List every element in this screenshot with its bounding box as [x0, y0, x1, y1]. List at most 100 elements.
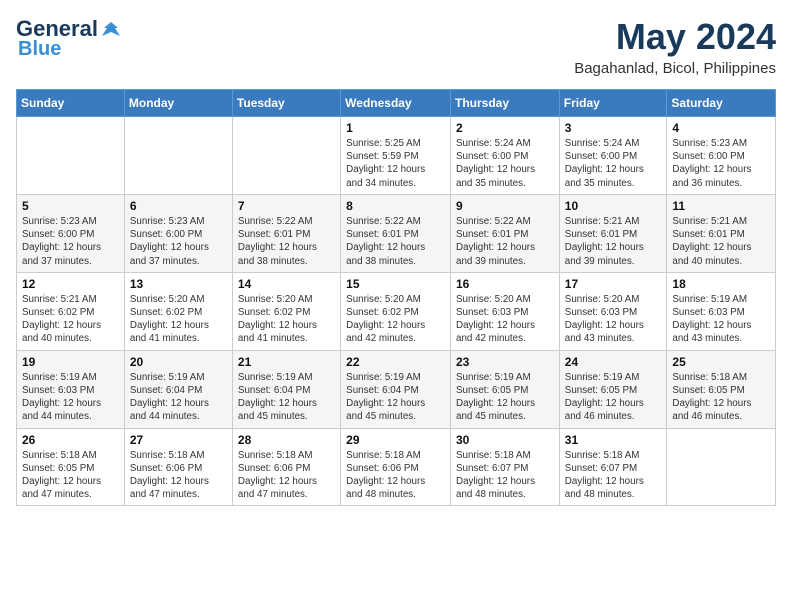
day-info: Sunrise: 5:18 AMSunset: 6:06 PMDaylight:…: [346, 449, 445, 502]
day-number: 28: [238, 433, 335, 447]
day-number: 20: [130, 355, 227, 369]
day-number: 12: [22, 277, 119, 291]
day-info: Sunrise: 5:19 AMSunset: 6:04 PMDaylight:…: [238, 371, 335, 424]
calendar-cell: 7 Sunrise: 5:22 AMSunset: 6:01 PMDaylight…: [232, 194, 340, 272]
day-number: 13: [130, 277, 227, 291]
day-number: 29: [346, 433, 445, 447]
day-info: Sunrise: 5:20 AMSunset: 6:02 PMDaylight:…: [238, 293, 335, 346]
calendar-cell: [124, 117, 232, 195]
calendar-cell: 28Sunrise: 5:18 AMSunset: 6:06 PMDayligh…: [232, 428, 340, 506]
day-number: 24: [565, 355, 662, 369]
day-number: 14: [238, 277, 335, 291]
day-info: Sunrise: 5:18 AMSunset: 6:06 PMDaylight:…: [130, 449, 227, 502]
day-number: 21: [238, 355, 335, 369]
day-info: Sunrise: 5:19 AMSunset: 6:04 PMDaylight:…: [130, 371, 227, 424]
day-number: 27: [130, 433, 227, 447]
logo-text-blue: Blue: [18, 38, 61, 61]
calendar-cell: 4Sunrise: 5:23 AMSunset: 6:00 PMDaylight…: [667, 117, 776, 195]
week-row-2: 5Sunrise: 5:23 AMSunset: 6:00 PMDaylight…: [17, 194, 776, 272]
week-row-5: 26 Sunrise: 5:18 AMSunset: 6:05 PMDayligh…: [17, 428, 776, 506]
day-info: Sunrise: 5:18 AMSunset: 6:07 PMDaylight:…: [456, 449, 554, 502]
calendar-cell: 6 Sunrise: 5:23 AMSunset: 6:00 PMDaylight…: [124, 194, 232, 272]
day-info: Sunrise: 5:19 AMSunset: 6:04 PMDaylight:…: [346, 371, 445, 424]
day-number: 7: [238, 199, 335, 213]
day-number: 3: [565, 121, 662, 135]
calendar-cell: 19 Sunrise: 5:19 AMSunset: 6:03 PMDayligh…: [17, 350, 125, 428]
day-info: Sunrise: 5:19 AMSunset: 6:03 PMDaylight:…: [22, 371, 119, 424]
calendar-cell: 11 Sunrise: 5:21 AMSunset: 6:01 PMDayligh…: [667, 194, 776, 272]
logo: General Blue: [16, 16, 122, 61]
calendar-cell: 23 Sunrise: 5:19 AMSunset: 6:05 PMDayligh…: [451, 350, 560, 428]
weekday-header-row: SundayMondayTuesdayWednesdayThursdayFrid…: [17, 90, 776, 117]
calendar-cell: [667, 428, 776, 506]
calendar-cell: 20 Sunrise: 5:19 AMSunset: 6:04 PMDayligh…: [124, 350, 232, 428]
day-info: Sunrise: 5:21 AMSunset: 6:01 PMDaylight:…: [565, 215, 662, 268]
day-info: Sunrise: 5:24 AMSunset: 6:00 PMDaylight:…: [456, 137, 554, 190]
weekday-header-thursday: Thursday: [451, 90, 560, 117]
calendar-cell: 15Sunrise: 5:20 AMSunset: 6:02 PMDayligh…: [341, 272, 451, 350]
day-number: 11: [672, 199, 770, 213]
calendar-cell: [17, 117, 125, 195]
calendar-cell: 30 Sunrise: 5:18 AMSunset: 6:07 PMDayligh…: [451, 428, 560, 506]
weekday-header-tuesday: Tuesday: [232, 90, 340, 117]
title-area: May 2024 Bagahanlad, Bicol, Philippines: [574, 16, 776, 77]
day-info: Sunrise: 5:21 AMSunset: 6:02 PMDaylight:…: [22, 293, 119, 346]
location-title: Bagahanlad, Bicol, Philippines: [574, 60, 776, 77]
day-info: Sunrise: 5:19 AMSunset: 6:03 PMDaylight:…: [672, 293, 770, 346]
day-info: Sunrise: 5:20 AMSunset: 6:03 PMDaylight:…: [565, 293, 662, 346]
day-number: 10: [565, 199, 662, 213]
calendar-cell: 12 Sunrise: 5:21 AMSunset: 6:02 PMDayligh…: [17, 272, 125, 350]
day-info: Sunrise: 5:22 AMSunset: 6:01 PMDaylight:…: [238, 215, 335, 268]
calendar-cell: 18 Sunrise: 5:19 AMSunset: 6:03 PMDayligh…: [667, 272, 776, 350]
day-info: Sunrise: 5:22 AMSunset: 6:01 PMDaylight:…: [346, 215, 445, 268]
day-number: 19: [22, 355, 119, 369]
calendar-cell: 21 Sunrise: 5:19 AMSunset: 6:04 PMDayligh…: [232, 350, 340, 428]
day-info: Sunrise: 5:18 AMSunset: 6:07 PMDaylight:…: [565, 449, 662, 502]
day-number: 26: [22, 433, 119, 447]
calendar-cell: 22Sunrise: 5:19 AMSunset: 6:04 PMDayligh…: [341, 350, 451, 428]
calendar-cell: 25Sunrise: 5:18 AMSunset: 6:05 PMDayligh…: [667, 350, 776, 428]
day-info: Sunrise: 5:24 AMSunset: 6:00 PMDaylight:…: [565, 137, 662, 190]
day-number: 30: [456, 433, 554, 447]
calendar-cell: 31 Sunrise: 5:18 AMSunset: 6:07 PMDayligh…: [559, 428, 667, 506]
weekday-header-sunday: Sunday: [17, 90, 125, 117]
day-info: Sunrise: 5:23 AMSunset: 6:00 PMDaylight:…: [22, 215, 119, 268]
day-number: 23: [456, 355, 554, 369]
day-number: 2: [456, 121, 554, 135]
calendar-cell: 17Sunrise: 5:20 AMSunset: 6:03 PMDayligh…: [559, 272, 667, 350]
calendar-cell: 24 Sunrise: 5:19 AMSunset: 6:05 PMDayligh…: [559, 350, 667, 428]
day-number: 18: [672, 277, 770, 291]
day-info: Sunrise: 5:23 AMSunset: 6:00 PMDaylight:…: [130, 215, 227, 268]
calendar-cell: 9 Sunrise: 5:22 AMSunset: 6:01 PMDaylight…: [451, 194, 560, 272]
day-info: Sunrise: 5:19 AMSunset: 6:05 PMDaylight:…: [456, 371, 554, 424]
day-number: 8: [346, 199, 445, 213]
calendar-cell: 2 Sunrise: 5:24 AMSunset: 6:00 PMDaylight…: [451, 117, 560, 195]
calendar-cell: 3 Sunrise: 5:24 AMSunset: 6:00 PMDaylight…: [559, 117, 667, 195]
calendar-cell: 5Sunrise: 5:23 AMSunset: 6:00 PMDaylight…: [17, 194, 125, 272]
calendar-cell: 29 Sunrise: 5:18 AMSunset: 6:06 PMDayligh…: [341, 428, 451, 506]
calendar-cell: 10 Sunrise: 5:21 AMSunset: 6:01 PMDayligh…: [559, 194, 667, 272]
day-number: 16: [456, 277, 554, 291]
day-info: Sunrise: 5:21 AMSunset: 6:01 PMDaylight:…: [672, 215, 770, 268]
calendar-cell: 8 Sunrise: 5:22 AMSunset: 6:01 PMDaylight…: [341, 194, 451, 272]
day-info: Sunrise: 5:19 AMSunset: 6:05 PMDaylight:…: [565, 371, 662, 424]
calendar-cell: 14 Sunrise: 5:20 AMSunset: 6:02 PMDayligh…: [232, 272, 340, 350]
weekday-header-wednesday: Wednesday: [341, 90, 451, 117]
day-number: 15: [346, 277, 445, 291]
day-info: Sunrise: 5:22 AMSunset: 6:01 PMDaylight:…: [456, 215, 554, 268]
day-number: 9: [456, 199, 554, 213]
day-number: 6: [130, 199, 227, 213]
day-info: Sunrise: 5:18 AMSunset: 6:05 PMDaylight:…: [672, 371, 770, 424]
day-info: Sunrise: 5:25 AMSunset: 5:59 PMDaylight:…: [346, 137, 445, 190]
weekday-header-saturday: Saturday: [667, 90, 776, 117]
calendar-cell: 1Sunrise: 5:25 AMSunset: 5:59 PMDaylight…: [341, 117, 451, 195]
logo-bird-icon: [100, 18, 122, 40]
calendar-cell: 16Sunrise: 5:20 AMSunset: 6:03 PMDayligh…: [451, 272, 560, 350]
calendar-table: SundayMondayTuesdayWednesdayThursdayFrid…: [16, 89, 776, 506]
weekday-header-monday: Monday: [124, 90, 232, 117]
week-row-3: 12 Sunrise: 5:21 AMSunset: 6:02 PMDayligh…: [17, 272, 776, 350]
day-info: Sunrise: 5:18 AMSunset: 6:05 PMDaylight:…: [22, 449, 119, 502]
page-header: General Blue May 2024 Bagahanlad, Bicol,…: [16, 16, 776, 77]
day-number: 31: [565, 433, 662, 447]
calendar-cell: 27 Sunrise: 5:18 AMSunset: 6:06 PMDayligh…: [124, 428, 232, 506]
